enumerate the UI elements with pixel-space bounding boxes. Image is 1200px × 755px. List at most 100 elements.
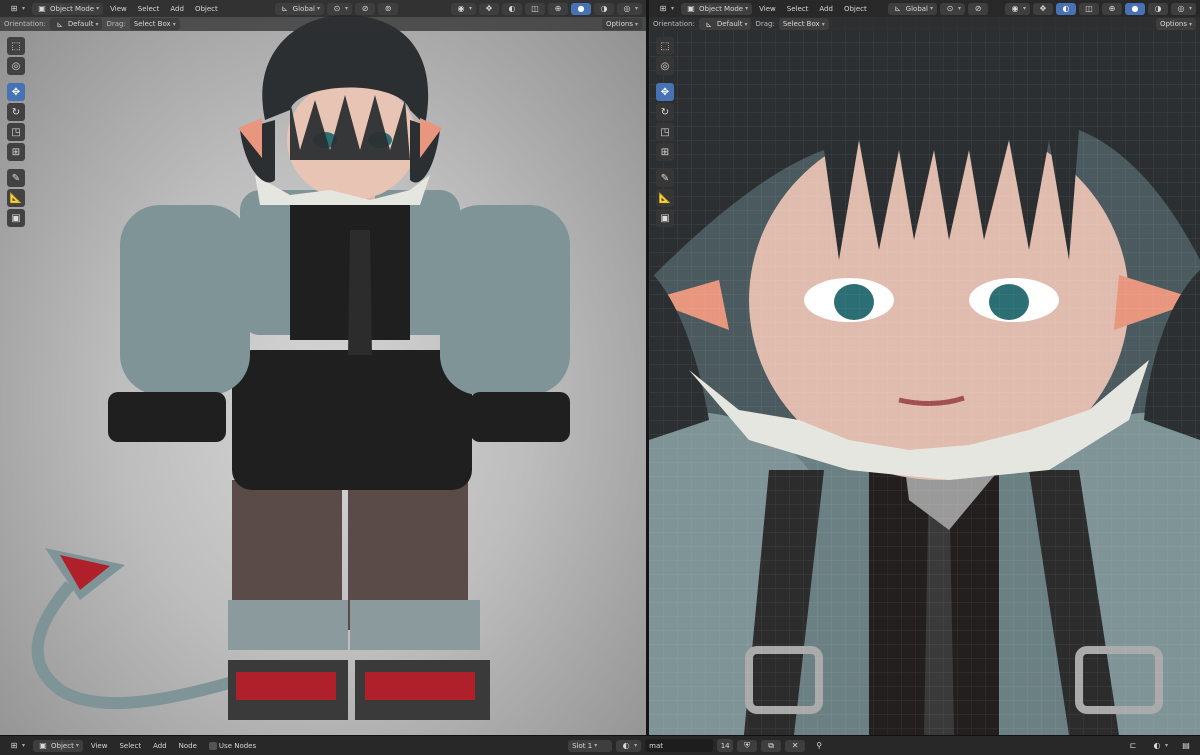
- menu-view[interactable]: View: [755, 3, 780, 15]
- menu-select[interactable]: Select: [134, 3, 164, 15]
- add-cube-tool[interactable]: ▣: [656, 209, 674, 227]
- move-tool[interactable]: ✥: [7, 83, 25, 101]
- snap-toggle[interactable]: ⊏: [1123, 740, 1143, 752]
- scale-tool[interactable]: ◳: [656, 123, 674, 141]
- shading-material[interactable]: ◑: [1147, 2, 1168, 15]
- shading-solid[interactable]: ●: [1124, 2, 1145, 15]
- editor-type-button[interactable]: ⊞ ▾: [4, 740, 29, 752]
- shading-wireframe[interactable]: ⊕: [547, 2, 568, 15]
- overlay-icon: ◐: [508, 4, 516, 13]
- cursor-tool[interactable]: ◎: [7, 57, 25, 75]
- object-type-dropdown[interactable]: ▣ Object ▾: [33, 739, 83, 752]
- shading-wireframe[interactable]: ⊕: [1101, 2, 1122, 15]
- unlink-button[interactable]: ✕: [785, 739, 806, 752]
- menu-add-label: Add: [170, 4, 184, 13]
- pivot-dropdown[interactable]: ⊙ ▾: [940, 2, 966, 15]
- shading-rendered[interactable]: ◎ ▾: [616, 2, 642, 15]
- transform-tool[interactable]: ⊞: [656, 143, 674, 161]
- drag-dropdown[interactable]: Select Box ▾: [778, 18, 829, 30]
- use-nodes-checkbox[interactable]: Use Nodes: [205, 740, 260, 752]
- rotate-tool[interactable]: ↻: [656, 103, 674, 121]
- transform-orientation-dropdown[interactable]: ⊾ Global ▾: [274, 2, 325, 15]
- transform-tool[interactable]: ⊞: [7, 143, 25, 161]
- shading-rendered[interactable]: ◎ ▾: [1170, 2, 1196, 15]
- scale-tool[interactable]: ◳: [7, 123, 25, 141]
- snap-toggle[interactable]: ⊘: [355, 2, 376, 15]
- orientation-dropdown[interactable]: ⊾ Default ▾: [698, 18, 752, 30]
- drag-dropdown[interactable]: Select Box ▾: [129, 18, 180, 30]
- snap-toggle[interactable]: ⊘: [968, 2, 989, 15]
- options-label: Options: [605, 20, 633, 28]
- backdrop-toggle[interactable]: ▤: [1176, 740, 1196, 752]
- close-icon: ✕: [791, 741, 799, 750]
- left-viewport[interactable]: ⊞ ▾ ▣ Object Mode ▾ View Select Add Object …: [0, 0, 646, 735]
- user-count[interactable]: 14: [717, 739, 734, 752]
- viewport-header: ⊞ ▾ ▣ Object Mode ▾ View Select Add Object …: [649, 0, 1200, 17]
- editor-type-button[interactable]: ⊞ ▾: [653, 3, 678, 15]
- select-box-tool[interactable]: ⬚: [656, 37, 674, 55]
- cursor-tool[interactable]: ◎: [656, 57, 674, 75]
- cube-icon: ▣: [687, 4, 695, 13]
- overlay-toggle[interactable]: ◐: [1055, 2, 1076, 15]
- duplicate-button[interactable]: ⧉: [761, 739, 782, 752]
- menu-object[interactable]: Object: [191, 3, 222, 15]
- gizmo-toggle[interactable]: ✥: [1032, 2, 1053, 15]
- pivot-dropdown[interactable]: ⊙ ▾: [327, 2, 353, 15]
- measure-tool[interactable]: 📐: [7, 189, 25, 207]
- character-closeup-wireframe-render: [649, 0, 1200, 735]
- gizmo-icon: ✥: [485, 4, 493, 13]
- menu-object-label: Object: [843, 4, 867, 13]
- character-full-body-render: [31, 15, 570, 720]
- options-dropdown[interactable]: Options ▾: [601, 18, 642, 30]
- material-browse-button[interactable]: ◐ ▾: [616, 739, 642, 752]
- object-mode-dropdown[interactable]: ▣ Object Mode ▾: [681, 2, 753, 15]
- measure-tool[interactable]: 📐: [656, 189, 674, 207]
- menu-add[interactable]: Add: [166, 3, 188, 15]
- viewport-header: ⊞ ▾ ▣ Object Mode ▾ View Select Add Object …: [0, 0, 646, 17]
- orientation-value: Default: [716, 20, 743, 28]
- slot-dropdown[interactable]: Slot 1 ▾: [568, 739, 613, 752]
- pin-toggle[interactable]: ⚲: [809, 740, 829, 752]
- right-viewport[interactable]: ⊞ ▾ ▣ Object Mode ▾ View Select Add Object …: [649, 0, 1200, 735]
- fake-user-toggle[interactable]: ⛨: [737, 739, 758, 752]
- orientation-dropdown[interactable]: ⊾ Default ▾: [49, 18, 103, 30]
- mode-label: Object Mode: [699, 4, 744, 13]
- menu-view-label: View: [110, 4, 127, 13]
- shield-icon: ⛨: [744, 740, 751, 750]
- material-name-field[interactable]: mat: [645, 739, 714, 752]
- visibility-dropdown[interactable]: ◉ ▾: [450, 2, 476, 15]
- xray-toggle[interactable]: ◫: [524, 2, 545, 15]
- add-cube-tool[interactable]: ▣: [7, 209, 25, 227]
- menu-select[interactable]: Select: [115, 740, 145, 752]
- annotate-tool[interactable]: ✎: [7, 169, 25, 187]
- menu-select[interactable]: Select: [783, 3, 813, 15]
- overlay-toggle[interactable]: ◐: [501, 2, 522, 15]
- shading-solid[interactable]: ●: [570, 2, 591, 15]
- options-dropdown[interactable]: Options ▾: [1155, 18, 1196, 30]
- select-box-tool[interactable]: ⬚: [7, 37, 25, 55]
- menu-object[interactable]: Object: [840, 3, 871, 15]
- object-mode-dropdown[interactable]: ▣ Object Mode ▾: [32, 2, 104, 15]
- proportional-edit-toggle[interactable]: ⊚: [378, 2, 399, 15]
- menu-add[interactable]: Add: [149, 740, 171, 752]
- overlay-icon: ◐: [1062, 4, 1070, 13]
- wireframe-icon: ⊕: [1108, 4, 1116, 13]
- menu-select-label: Select: [137, 4, 160, 13]
- gizmo-toggle[interactable]: ✥: [478, 2, 499, 15]
- menu-view[interactable]: View: [106, 3, 131, 15]
- xray-toggle[interactable]: ◫: [1078, 2, 1099, 15]
- transform-orientation-dropdown[interactable]: ⊾ Global ▾: [887, 2, 938, 15]
- shading-material[interactable]: ◑: [593, 2, 614, 15]
- menu-add[interactable]: Add: [815, 3, 837, 15]
- annotate-tool[interactable]: ✎: [656, 169, 674, 187]
- transform-icon: ⊞: [660, 146, 670, 158]
- editor-type-button[interactable]: ⊞ ▾: [4, 3, 29, 15]
- menu-node[interactable]: Node: [175, 740, 201, 752]
- visibility-dropdown[interactable]: ◉ ▾: [1004, 2, 1030, 15]
- move-tool[interactable]: ✥: [656, 83, 674, 101]
- overlay-toggle[interactable]: ◐ ▾: [1147, 740, 1172, 752]
- orientation-value: Default: [67, 20, 94, 28]
- toolbar: ⬚ ◎ ✥ ↻ ◳ ⊞ ✎ 📐 ▣: [7, 37, 25, 227]
- menu-view[interactable]: View: [87, 740, 112, 752]
- rotate-tool[interactable]: ↻: [7, 103, 25, 121]
